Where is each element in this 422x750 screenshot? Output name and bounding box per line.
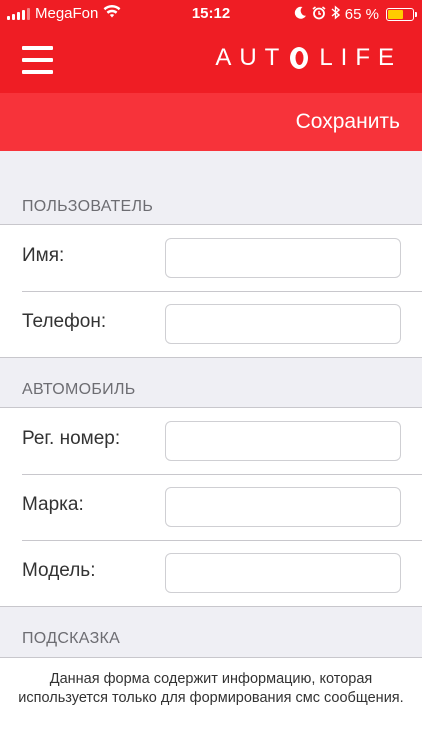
app-header: MegaFon 15:12 65 % AUT LIFE (0, 0, 422, 93)
form-row-name: Имя: (0, 225, 422, 291)
logo-text-left: AUT (215, 44, 288, 71)
hamburger-menu-icon[interactable] (22, 46, 53, 74)
wheel-icon (287, 46, 311, 70)
hint-box: Данная форма содержит информацию, котора… (0, 657, 422, 750)
brand-field[interactable] (165, 487, 401, 527)
status-bar: MegaFon 15:12 65 % (0, 0, 422, 28)
phone-field[interactable] (165, 304, 401, 344)
section-title-hint: ПОДСКАЗКА (22, 630, 121, 647)
hint-text: Данная форма содержит информацию, котора… (18, 671, 404, 706)
user-form-group: Имя: Телефон: (0, 224, 422, 358)
phone-label: Телефон: (22, 311, 107, 332)
battery-icon (386, 8, 417, 21)
section-title-car: АВТОМОБИЛЬ (22, 381, 136, 398)
action-bar: Сохранить (0, 93, 422, 151)
autolife-logo: AUT LIFE (215, 44, 402, 72)
moon-icon (294, 6, 307, 23)
model-field[interactable] (165, 553, 401, 593)
reg-number-field[interactable] (165, 421, 401, 461)
save-button[interactable]: Сохранить (296, 110, 400, 134)
form-row-model: Модель: (0, 540, 422, 606)
reg-number-label: Рег. номер: (22, 428, 121, 449)
bluetooth-icon (331, 5, 340, 24)
form-row-phone: Телефон: (0, 291, 422, 357)
alarm-icon (312, 5, 326, 24)
section-title-user: ПОЛЬЗОВАТЕЛЬ (22, 198, 154, 215)
logo-text-right: LIFE (319, 44, 402, 71)
car-form-group: Рег. номер: Марка: Модель: (0, 407, 422, 607)
battery-percent: 65 % (344, 6, 379, 23)
form-row-brand: Марка: (0, 474, 422, 540)
name-label: Имя: (22, 245, 65, 266)
name-field[interactable] (165, 238, 401, 278)
model-label: Модель: (22, 560, 96, 581)
form-row-reg-number: Рег. номер: (0, 408, 422, 474)
brand-label: Марка: (22, 494, 84, 515)
